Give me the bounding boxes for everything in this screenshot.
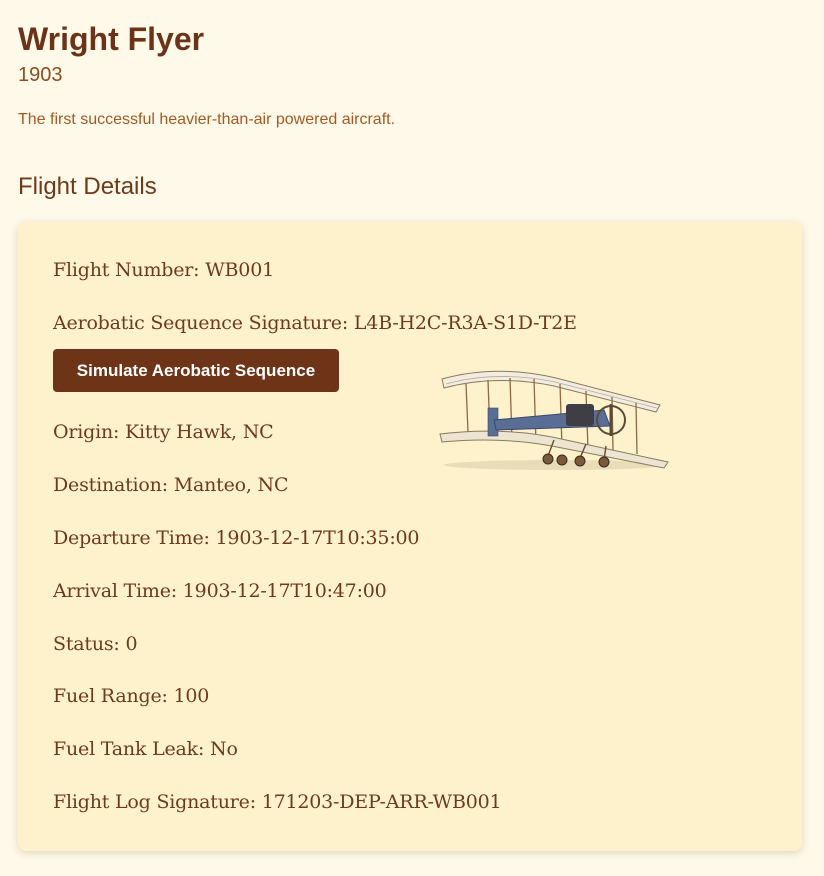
- biplane-image: [439, 370, 669, 470]
- arrival-time: Arrival Time: 1903-12-17T10:47:00: [53, 580, 387, 602]
- flight-details-card: Flight Number: WB001 Aerobatic Sequence …: [18, 222, 802, 851]
- aircraft-year: 1903: [18, 64, 63, 86]
- flight-number: Flight Number: WB001: [53, 259, 274, 281]
- aircraft-description: The first successful heavier-than-air po…: [18, 111, 396, 128]
- page-title: Wright Flyer: [18, 21, 205, 57]
- departure-time: Departure Time: 1903-12-17T10:35:00: [53, 527, 420, 549]
- origin: Origin: Kitty Hawk, NC: [53, 421, 274, 443]
- status: Status: 0: [53, 633, 138, 655]
- fuel-range: Fuel Range: 100: [53, 685, 210, 707]
- destination: Destination: Manteo, NC: [53, 474, 289, 496]
- aerobatic-signature: Aerobatic Sequence Signature: L4B-H2C-R3…: [53, 312, 577, 334]
- fuel-tank-leak: Fuel Tank Leak: No: [53, 738, 238, 760]
- simulate-aerobatic-button[interactable]: Simulate Aerobatic Sequence: [53, 349, 339, 392]
- section-title: Flight Details: [18, 173, 157, 200]
- flight-log-signature: Flight Log Signature: 171203-DEP-ARR-WB0…: [53, 791, 502, 813]
